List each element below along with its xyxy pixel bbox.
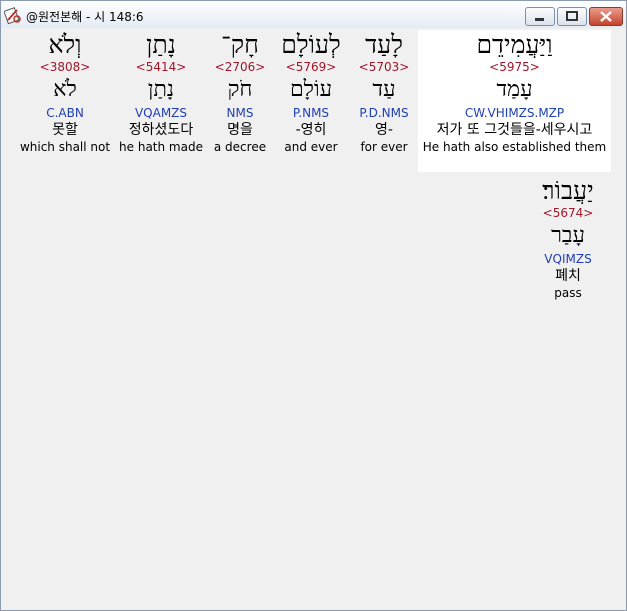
english-gloss: and ever (284, 140, 338, 154)
word-cell[interactable]: וְלֹא <3808> לֹא C.ABN 못할 which shall no… (16, 30, 114, 172)
bible-app-icon (4, 7, 21, 24)
english-gloss: he hath made (119, 140, 203, 154)
hebrew-root: נָתַן (147, 77, 175, 102)
word-cell[interactable]: וַיַּעֲמִידֵם <5975> עָמַד CW.VHIMZS.MZP… (418, 30, 611, 172)
window-title: @원전본해 - 시 148:6 (26, 10, 144, 24)
korean-gloss: -영히 (295, 122, 327, 138)
korean-gloss: 폐치 (555, 268, 581, 284)
hebrew-word: וַיַּעֲמִידֵם (476, 30, 553, 59)
hebrew-word: וְלֹא (48, 30, 82, 59)
strong-number: <5674> (542, 206, 594, 220)
korean-gloss: 명을 (227, 122, 253, 138)
maximize-button[interactable] (557, 7, 587, 26)
strong-number: <3808> (39, 60, 91, 74)
hebrew-root: עוֹלָם (289, 77, 333, 102)
strong-number: <5975> (489, 60, 540, 74)
morphology: P.NMS (292, 106, 330, 120)
english-gloss: He hath also established them (422, 140, 607, 154)
morphology: C.ABN (46, 106, 84, 120)
hebrew-root: עַד (372, 77, 396, 102)
word-cell[interactable]: לְעוֹלָם <5769> עוֹלָם P.NMS -영히 and eve… (274, 30, 348, 172)
morphology: P.D.NMS (359, 106, 409, 120)
english-gloss: a decree (213, 140, 267, 154)
maximize-icon (566, 11, 578, 21)
minimize-button[interactable] (525, 7, 555, 26)
title-bar[interactable]: @원전본해 - 시 148:6 (1, 1, 626, 28)
hebrew-word: חָק־ (221, 30, 259, 59)
korean-gloss: 영- (375, 122, 393, 138)
morphology: CW.VHIMZS.MZP (464, 106, 565, 120)
english-gloss: pass (554, 286, 582, 300)
hebrew-root: חֹק (227, 77, 253, 102)
word-cell[interactable]: לָעַד <5703> עַד P.D.NMS 영- for ever (352, 30, 416, 172)
app-window: @원전본해 - 시 148:6 וַיַּעֲמִידֵם <5975> עָמ… (0, 0, 627, 611)
close-icon (600, 11, 612, 22)
hebrew-word: לְעוֹלָם (281, 30, 341, 59)
strong-number: <5414> (135, 60, 187, 74)
word-cell[interactable]: חָק־ <2706> חֹק NMS 명을 a decree (209, 30, 271, 172)
hebrew-root: עָבַר (551, 223, 585, 248)
word-cell[interactable]: נָתַן <5414> נָתַן VQAMZS 정하셨도다 he hath … (117, 30, 205, 172)
strong-number: <5769> (285, 60, 337, 74)
hebrew-word: לָעַד (365, 30, 403, 59)
korean-gloss: 정하셨도다 (128, 122, 194, 138)
minimize-icon (535, 18, 544, 21)
morphology: NMS (226, 106, 254, 120)
close-button[interactable] (589, 7, 623, 26)
morphology: VQIMZS (544, 252, 592, 266)
strong-number: <2706> (214, 60, 266, 74)
english-gloss: which shall not (19, 140, 111, 154)
morphology: VQAMZS (134, 106, 188, 120)
hebrew-root: לֹא (53, 77, 77, 102)
hebrew-word: יַעֲבוֹר׃ (542, 176, 594, 205)
korean-gloss: 저가 또 그것들을-세우시고 (436, 122, 593, 138)
korean-gloss: 못할 (52, 122, 78, 138)
hebrew-word: נָתַן (146, 30, 176, 59)
strong-number: <5703> (358, 60, 410, 74)
hebrew-root: עָמַד (496, 77, 533, 102)
word-cell[interactable]: יַעֲבוֹר׃ <5674> עָבַר VQIMZS 폐치 pass (529, 176, 607, 308)
english-gloss: for ever (360, 140, 408, 154)
interlinear-view: וַיַּעֲמִידֵם <5975> עָמַד CW.VHIMZS.MZP… (4, 30, 623, 608)
